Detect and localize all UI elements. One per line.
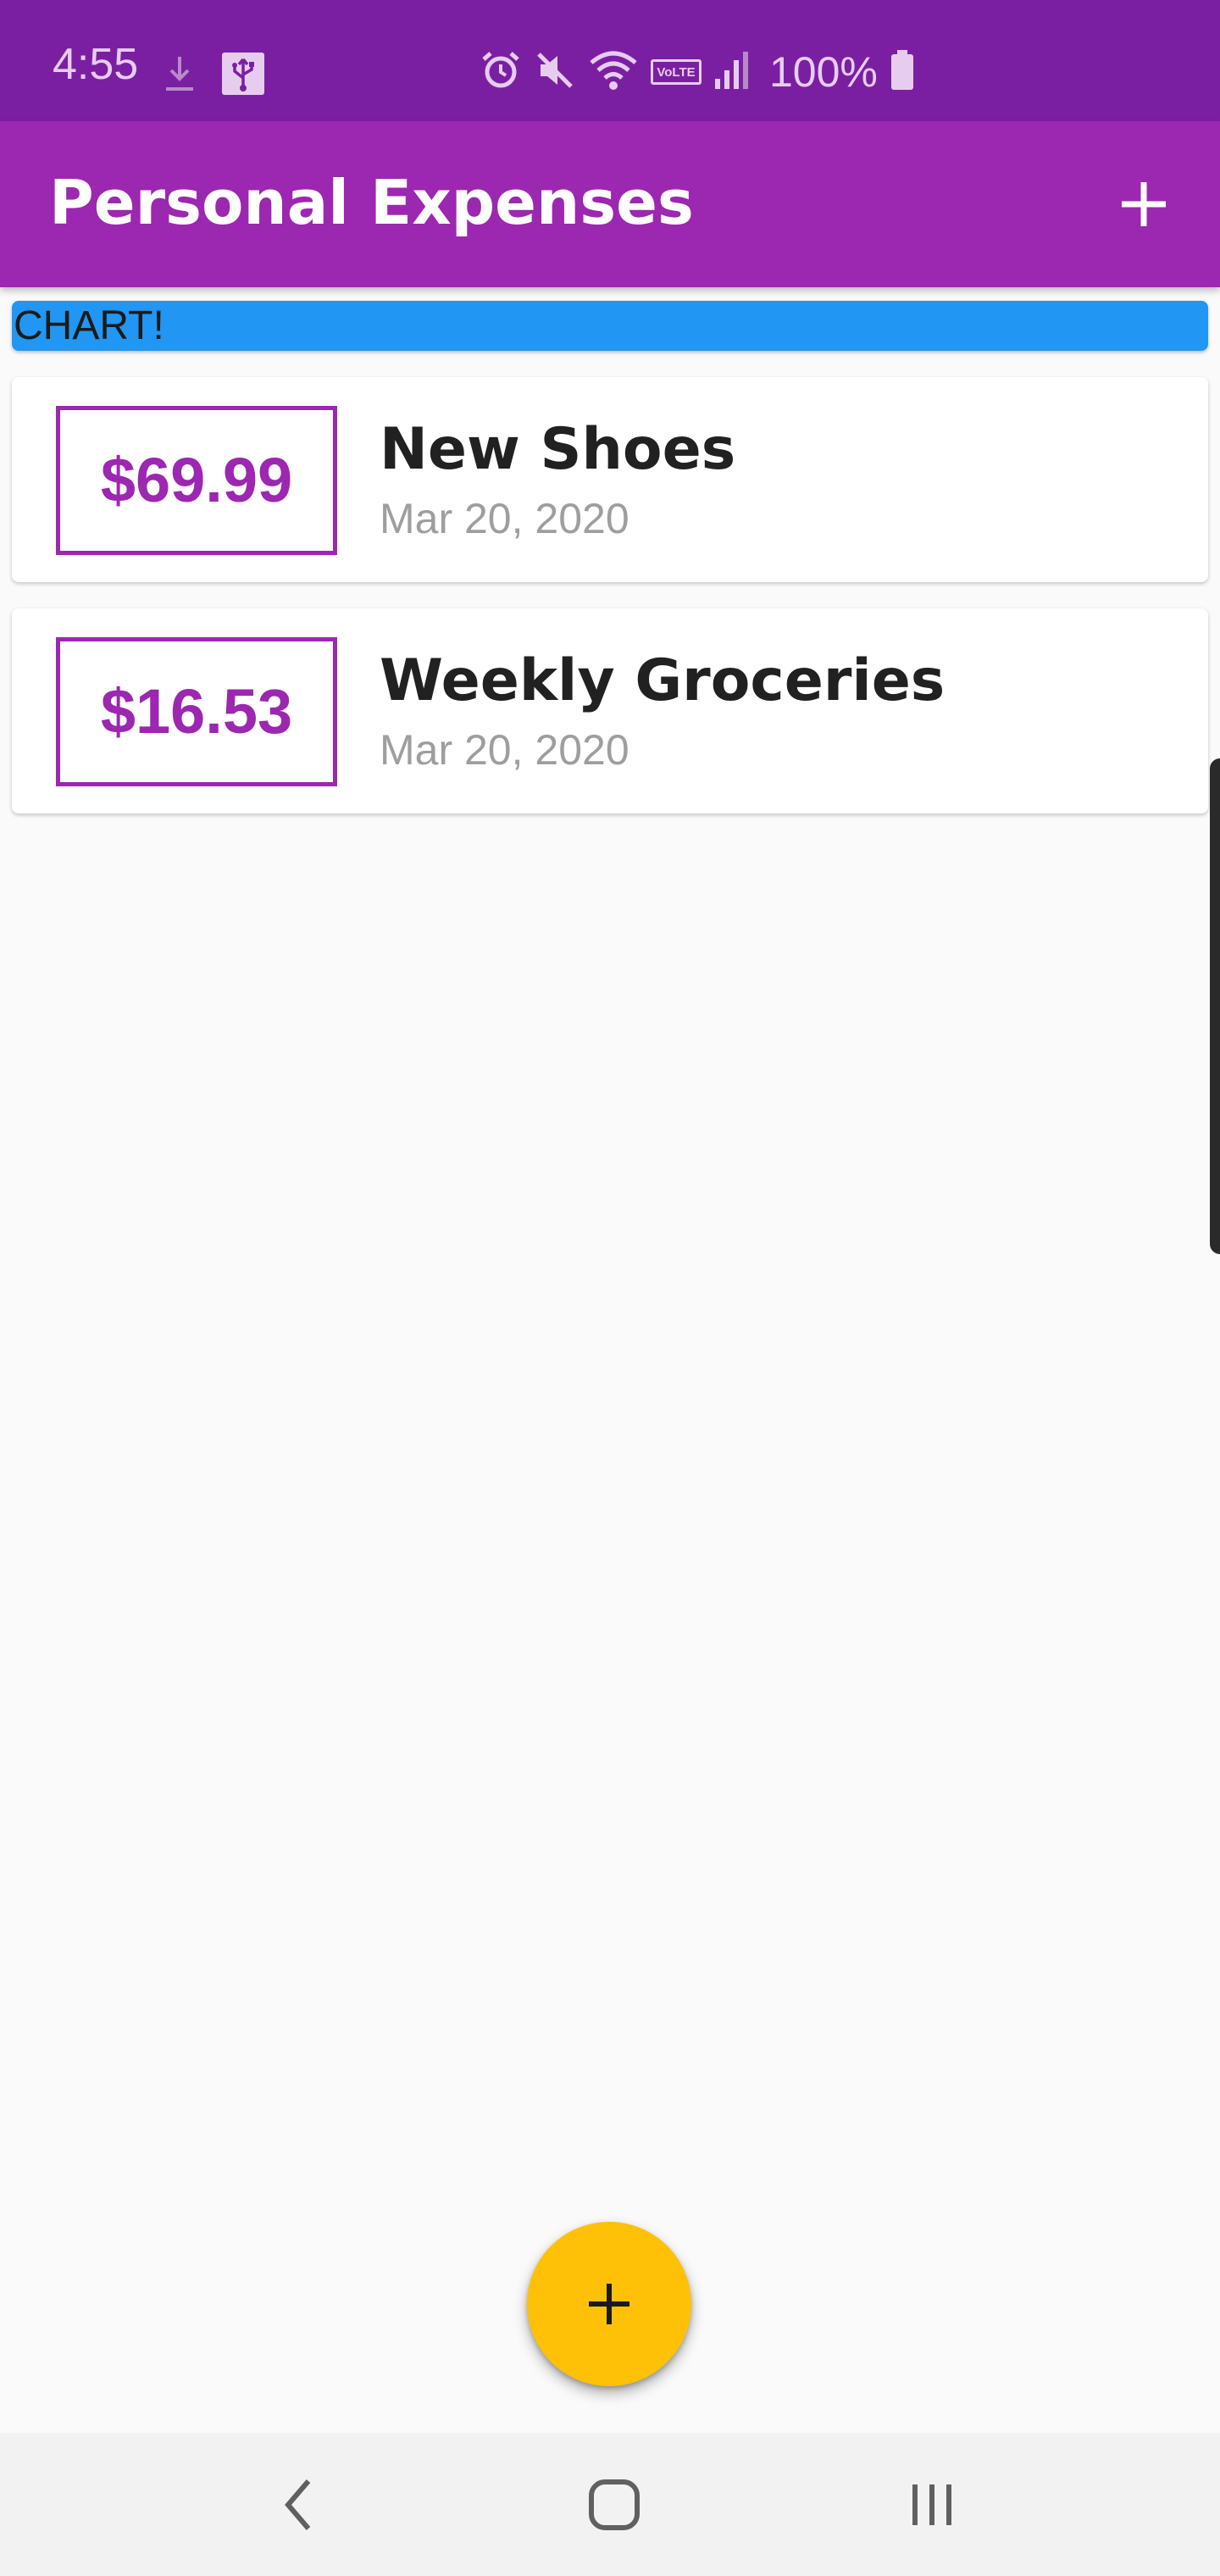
battery-icon — [890, 50, 915, 94]
transaction-date: Mar 20, 2020 — [380, 726, 629, 774]
alarm-icon — [480, 49, 522, 95]
recents-icon — [912, 2484, 951, 2525]
back-icon — [285, 2479, 311, 2530]
transaction-amount: $16.53 — [100, 676, 293, 747]
chart-card: CHART! — [12, 301, 1208, 351]
app-bar: Personal Expenses — [0, 121, 1220, 287]
transaction-item[interactable]: $16.53 Weekly Groceries Mar 20, 2020 — [12, 608, 1208, 813]
status-left-icons — [163, 53, 264, 98]
home-button[interactable] — [572, 2467, 657, 2543]
battery-percent: 100% — [769, 48, 878, 96]
transaction-title: Weekly Groceries — [380, 647, 946, 714]
download-icon — [163, 55, 197, 96]
transaction-amount: $69.99 — [100, 445, 293, 515]
add-transaction-fab[interactable] — [527, 2222, 691, 2386]
transaction-title: New Shoes — [380, 416, 736, 483]
wifi-icon — [588, 49, 639, 95]
transaction-amount-box: $16.53 — [56, 637, 337, 786]
scrollbar[interactable] — [1210, 758, 1220, 1254]
transaction-amount-box: $69.99 — [56, 406, 337, 555]
home-icon — [589, 2479, 640, 2530]
status-bar: 4:55 VoLTE 100% — [0, 0, 1220, 121]
status-right-icons: VoLTE 100% — [480, 49, 915, 95]
transaction-date: Mar 20, 2020 — [380, 495, 629, 542]
plus-icon — [589, 2284, 629, 2324]
transaction-item[interactable]: $69.99 New Shoes Mar 20, 2020 — [12, 377, 1208, 582]
chart-label: CHART! — [14, 303, 164, 348]
page-title: Personal Expenses — [49, 167, 694, 238]
status-time: 4:55 — [53, 40, 139, 89]
volte-icon: VoLTE — [651, 59, 702, 85]
recents-button[interactable] — [890, 2467, 974, 2543]
back-button[interactable] — [256, 2467, 341, 2543]
mute-icon — [534, 49, 576, 95]
usb-icon — [222, 53, 264, 98]
plus-icon — [1122, 182, 1166, 226]
app-screen: 4:55 VoLTE 100% Personal Expenses CHART!… — [0, 0, 1220, 2576]
signal-icon — [713, 50, 751, 94]
add-transaction-button[interactable] — [1101, 162, 1186, 247]
system-nav-bar — [0, 2433, 1220, 2576]
